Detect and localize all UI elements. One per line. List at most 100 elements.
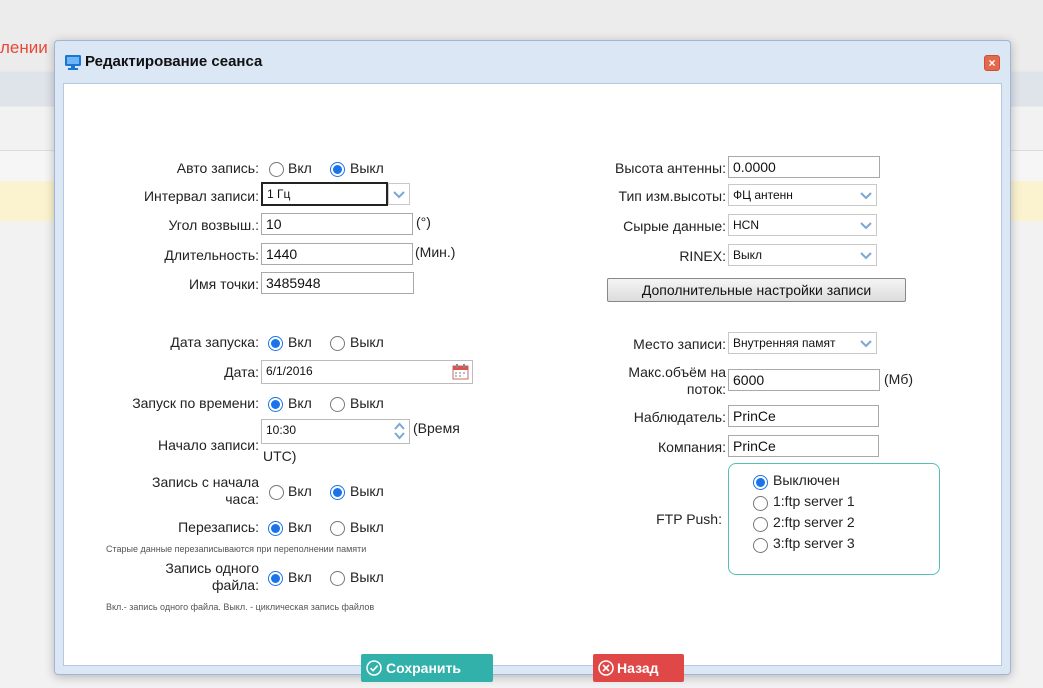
ftp-option-label[interactable]: 3:ftp server 3: [773, 535, 855, 551]
interval-label: Интервал записи:: [143, 188, 259, 204]
save-button-label: Сохранить: [386, 660, 461, 676]
single-file-off-radio[interactable]: [330, 571, 345, 586]
overwrite-on-label[interactable]: Вкл: [288, 519, 312, 535]
rinex-label: RINEX:: [679, 248, 726, 264]
chevron-down-icon: [389, 184, 409, 204]
elevation-unit: (°): [416, 214, 431, 230]
single-file-off-label[interactable]: Выкл: [350, 569, 384, 585]
chevron-down-icon: [856, 215, 876, 235]
point-name-input[interactable]: [261, 272, 414, 294]
raw-data-label: Сырые данные:: [623, 218, 726, 234]
raw-data-value: HCN: [733, 218, 759, 232]
time-start-off-radio[interactable]: [330, 397, 345, 412]
date-label: Дата:: [224, 364, 259, 380]
record-start-time-input[interactable]: 10:30: [261, 419, 410, 444]
dialog-titlebar[interactable]: Редактирование сеанса ×: [55, 41, 1010, 83]
single-file-hint: Вкл.- запись одного файла. Выкл. - цикли…: [106, 602, 375, 612]
single-file-on-label[interactable]: Вкл: [288, 569, 312, 585]
start-date-on-label[interactable]: Вкл: [288, 334, 312, 350]
storage-select[interactable]: Внутренняя памят: [728, 332, 877, 354]
ftp-option-label[interactable]: Выключен: [773, 472, 840, 488]
hour-start-on-radio[interactable]: [269, 485, 284, 500]
single-file-on-radio[interactable]: [268, 571, 283, 586]
monitor-icon: [65, 55, 81, 70]
auto-record-label: Авто запись:: [176, 160, 259, 176]
back-button[interactable]: Назад: [593, 654, 684, 682]
overwrite-off-radio[interactable]: [330, 521, 345, 536]
max-size-label-line2: поток:: [686, 381, 726, 397]
check-circle-icon: [366, 660, 382, 676]
auto-record-off-radio[interactable]: [330, 162, 345, 177]
ftp-option-radio[interactable]: [753, 496, 768, 511]
antenna-height-input[interactable]: [728, 156, 880, 178]
interval-dropdown-toggle[interactable]: [388, 183, 410, 205]
dialog-body: Авто запись: Вкл Выкл Интервал записи: 1…: [63, 83, 1002, 682]
time-start-label: Запуск по времени:: [132, 395, 259, 411]
hour-start-label-line1: Запись с начала: [152, 474, 259, 490]
height-type-value: ФЦ антенн: [733, 188, 793, 202]
max-size-label-line1: Макс.объём на: [628, 364, 726, 380]
duration-input[interactable]: [261, 243, 413, 265]
interval-select[interactable]: 1 Гц: [261, 182, 388, 206]
ftp-push-label: FTP Push:: [656, 511, 722, 527]
height-type-select[interactable]: ФЦ антенн: [728, 184, 877, 206]
dialog-title: Редактирование сеанса: [85, 53, 263, 70]
ftp-option-radio[interactable]: [753, 475, 768, 490]
observer-input[interactable]: [728, 405, 879, 427]
ftp-option-label[interactable]: 2:ftp server 2: [773, 514, 855, 530]
calendar-icon[interactable]: [452, 363, 469, 380]
single-file-label-line2: файла:: [212, 577, 259, 593]
background-page-title: лении: [0, 38, 48, 57]
interval-value: 1 Гц: [267, 187, 291, 201]
record-start-unit: (Время: [413, 420, 460, 436]
date-input[interactable]: 6/1/2016: [261, 360, 473, 384]
elevation-input[interactable]: [261, 213, 413, 235]
storage-value: Внутренняя памят: [733, 336, 836, 350]
record-start-time-value: 10:30: [266, 423, 297, 437]
raw-data-select[interactable]: HCN: [728, 214, 877, 236]
max-size-input[interactable]: [728, 369, 880, 391]
ftp-option-label[interactable]: 1:ftp server 1: [773, 493, 855, 509]
duration-label: Длительность:: [164, 247, 259, 263]
rinex-select[interactable]: Выкл: [728, 244, 877, 266]
chevron-down-icon: [856, 245, 876, 265]
chevron-down-icon: [856, 185, 876, 205]
close-circle-icon: [598, 660, 614, 676]
hour-start-on-label[interactable]: Вкл: [288, 483, 312, 499]
start-date-off-label[interactable]: Выкл: [350, 334, 384, 350]
hour-start-off-label[interactable]: Выкл: [350, 483, 384, 499]
time-start-on-label[interactable]: Вкл: [288, 395, 312, 411]
ftp-option-radio[interactable]: [753, 517, 768, 532]
auto-record-off-label[interactable]: Выкл: [350, 160, 384, 176]
edit-session-dialog: Редактирование сеанса × Авто запись: Вкл…: [54, 40, 1011, 682]
duration-unit: (Мин.): [415, 244, 456, 260]
company-input[interactable]: [728, 435, 879, 457]
hour-start-off-radio[interactable]: [330, 485, 345, 500]
overwrite-on-radio[interactable]: [268, 521, 283, 536]
close-icon: ×: [988, 56, 996, 70]
point-name-label: Имя точки:: [188, 276, 259, 292]
close-button[interactable]: ×: [984, 55, 1000, 71]
record-start-unit-continued: UTC): [263, 448, 297, 464]
extra-record-settings-button[interactable]: Дополнительные настройки записи: [607, 278, 906, 302]
start-date-off-radio[interactable]: [330, 336, 345, 351]
height-type-label: Тип изм.высоты:: [618, 188, 726, 204]
auto-record-on-radio[interactable]: [269, 162, 284, 177]
time-start-on-radio[interactable]: [268, 397, 283, 412]
ftp-option-radio[interactable]: [753, 538, 768, 553]
time-start-off-label[interactable]: Выкл: [350, 395, 384, 411]
elevation-label: Угол возвыш.:: [168, 217, 259, 233]
overwrite-hint: Старые данные перезаписываются при переп…: [106, 544, 367, 554]
overwrite-label: Перезапись:: [178, 519, 259, 535]
hour-start-label-line2: часа:: [225, 491, 259, 507]
chevron-down-icon: [856, 333, 876, 353]
start-date-on-radio[interactable]: [268, 336, 283, 351]
record-start-label: Начало записи:: [158, 437, 259, 453]
rinex-value: Выкл: [733, 248, 763, 262]
company-label: Компания:: [658, 439, 726, 455]
date-value: 6/1/2016: [266, 364, 313, 378]
save-button[interactable]: Сохранить: [361, 654, 493, 682]
overwrite-off-label[interactable]: Выкл: [350, 519, 384, 535]
auto-record-on-label[interactable]: Вкл: [288, 160, 312, 176]
spinner-icon[interactable]: [392, 421, 407, 441]
